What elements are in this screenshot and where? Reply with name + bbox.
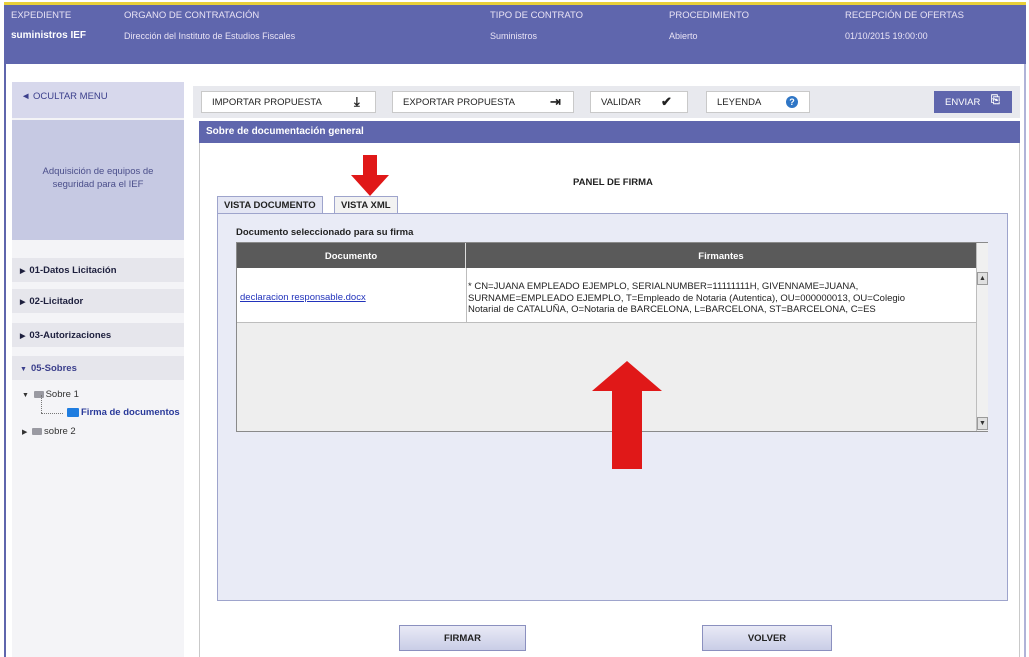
sidebar-item-datos-licitacion[interactable]: ▶ 01-Datos Licitación — [12, 258, 184, 282]
tree-item-label: Firma de documentos — [81, 407, 180, 418]
section-title-bar: Sobre de documentación general — [199, 121, 1020, 143]
annotation-arrow-down-icon — [351, 155, 389, 196]
button-label: LEYENDA — [717, 97, 762, 108]
sidebar-item-label: 01-Datos Licitación — [29, 265, 117, 276]
firmar-button[interactable]: FIRMAR — [399, 625, 526, 651]
download-icon: ⤓ — [354, 94, 360, 109]
importar-propuesta-button[interactable]: IMPORTAR PROPUESTA ⤓ — [201, 91, 376, 113]
annotation-arrow-up-icon — [592, 361, 662, 469]
header-label: RECEPCIÓN DE OFERTAS — [845, 10, 964, 21]
table-row[interactable]: declaracion responsable.docx * CN=JUANA … — [237, 268, 976, 323]
panel-title: PANEL DE FIRMA — [573, 177, 653, 188]
tree-connector — [41, 413, 63, 414]
expand-icon: ▶ — [20, 268, 26, 275]
column-header-documento: Documento — [237, 243, 466, 268]
header-value: Dirección del Instituto de Estudios Fisc… — [124, 31, 296, 41]
header-label: PROCEDIMIENTO — [669, 10, 750, 21]
button-label: EXPORTAR PROPUESTA — [403, 97, 515, 108]
sidebar-item-autorizaciones[interactable]: ▶ 03-Autorizaciones — [12, 323, 184, 347]
project-title: Adquisición de equipos de seguridad para… — [12, 120, 184, 240]
tab-vista-documento[interactable]: VISTA DOCUMENTO — [217, 196, 323, 214]
sidebar-item-label: 05-Sobres — [30, 363, 77, 374]
column-header-firmantes: Firmantes — [466, 243, 976, 268]
leyenda-button[interactable]: LEYENDA ? — [706, 91, 810, 113]
sidebar-item-label: 03-Autorizaciones — [29, 330, 112, 341]
tree-item-sobre-2[interactable]: ▶ sobre 2 — [22, 426, 76, 437]
collapse-icon: ▼ — [20, 366, 27, 373]
folder-icon — [32, 427, 43, 435]
expand-icon: ▶ — [22, 429, 28, 436]
exportar-propuesta-button[interactable]: EXPORTAR PROPUESTA ⇥ — [392, 91, 574, 113]
header-value: 01/10/2015 19:00:00 — [845, 31, 928, 41]
signer-line: Notarial de CATALUÑA, O=Notaria de BARCE… — [468, 304, 876, 315]
table-scrollbar[interactable]: ▲ ▼ — [976, 243, 988, 431]
tree-item-firma-documentos[interactable]: Firma de documentos — [67, 407, 180, 418]
hide-menu-button[interactable]: ◄ OCULTAR MENU — [12, 82, 184, 118]
help-icon: ? — [786, 96, 798, 108]
toolbar: IMPORTAR PROPUESTA ⤓ EXPORTAR PROPUESTA … — [193, 86, 1020, 118]
button-label: VALIDAR — [601, 97, 641, 108]
signers-cell: * CN=JUANA EMPLEADO EJEMPLO, SERIALNUMBE… — [466, 268, 976, 322]
sidebar-item-licitador[interactable]: ▶ 02-Licitador — [12, 289, 184, 313]
send-icon: ⎘ — [991, 94, 1000, 106]
scroll-up-icon[interactable]: ▲ — [977, 272, 988, 285]
frame-border-right — [1024, 64, 1026, 657]
selected-document-label: Documento seleccionado para su firma — [236, 227, 414, 238]
header-value: suministros IEF — [11, 30, 87, 41]
header-label: ORGANO DE CONTRATACIÓN — [124, 10, 260, 21]
expand-icon: ▶ — [20, 299, 26, 306]
collapse-icon: ▼ — [22, 392, 29, 399]
folder-icon — [33, 390, 44, 398]
button-label: IMPORTAR PROPUESTA — [212, 97, 322, 108]
tree-connector — [41, 395, 42, 413]
header-bar: EXPEDIENTE suministros IEF ORGANO DE CON… — [4, 2, 1026, 64]
tab-vista-xml[interactable]: VISTA XML — [334, 196, 398, 214]
sidebar-item-label: 02-Licitador — [29, 296, 84, 307]
volver-button[interactable]: VOLVER — [702, 625, 832, 651]
signer-line: * CN=JUANA EMPLEADO EJEMPLO, SERIALNUMBE… — [468, 281, 859, 292]
header-value: Suministros — [490, 31, 538, 41]
signer-line: SURNAME=EMPLEADO EJEMPLO, T=Empleado de … — [468, 292, 906, 304]
tree-item-label: sobre 2 — [44, 426, 76, 437]
button-label: ENVIAR — [945, 97, 981, 108]
tree-item-sobre-1[interactable]: ▼ Sobre 1 — [22, 389, 79, 400]
folder-open-icon — [67, 407, 79, 417]
validar-button[interactable]: VALIDAR ✔ — [590, 91, 688, 113]
header-label: TIPO DE CONTRATO — [490, 10, 584, 21]
check-icon: ✔ — [661, 94, 672, 109]
header-value: Abierto — [669, 31, 698, 41]
sidebar: ◄ OCULTAR MENU Adquisición de equipos de… — [12, 82, 184, 657]
enviar-button[interactable]: ENVIAR ⎘ — [934, 91, 1012, 113]
scroll-down-icon[interactable]: ▼ — [977, 417, 988, 430]
document-link[interactable]: declaracion responsable.docx — [240, 292, 366, 303]
sidebar-item-sobres[interactable]: ▼ 05-Sobres — [12, 356, 184, 380]
frame-border-left — [4, 64, 6, 657]
tree-item-label: Sobre 1 — [45, 389, 79, 400]
header-label: EXPEDIENTE — [11, 10, 72, 21]
expand-icon: ▶ — [20, 333, 26, 340]
export-icon: ⇥ — [550, 94, 561, 109]
